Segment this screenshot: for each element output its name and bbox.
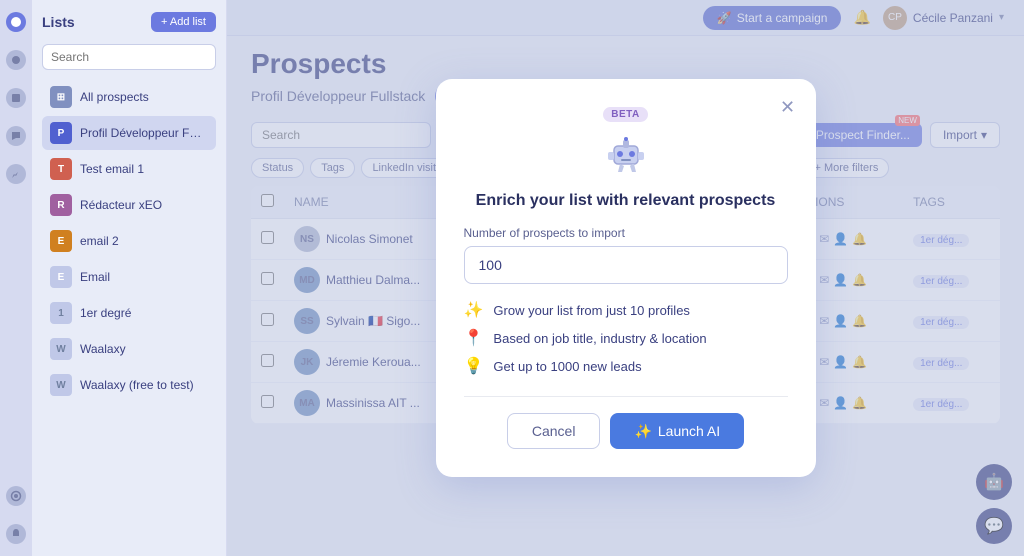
sidebar-header: Lists + Add list bbox=[42, 12, 216, 32]
sidebar-item-waalaxy[interactable]: W Waalaxy bbox=[42, 332, 216, 366]
all-prospects-icon: ⊞ bbox=[50, 86, 72, 108]
sidebar: Lists + Add list ⊞ All prospects P Profi… bbox=[32, 0, 227, 556]
nav-campaigns-icon[interactable] bbox=[6, 88, 26, 108]
sidebar-item-all-prospects[interactable]: ⊞ All prospects bbox=[42, 80, 216, 114]
icon-nav bbox=[0, 0, 32, 556]
modal-input-label: Number of prospects to import bbox=[464, 226, 788, 240]
main-content: 🚀 Start a campaign 🔔 CP Cécile Panzani ▾… bbox=[227, 0, 1024, 556]
redacteur-icon: R bbox=[50, 194, 72, 216]
location-icon: 📍 bbox=[464, 328, 484, 348]
rocket-icon: ✨ bbox=[634, 423, 651, 440]
sidebar-item-profil-dev[interactable]: P Profil Développeur Ful... bbox=[42, 116, 216, 150]
robot-icon bbox=[602, 130, 650, 178]
waalaxy-free-icon: W bbox=[50, 374, 72, 396]
test-email-icon: T bbox=[50, 158, 72, 180]
sidebar-item-1er-degre[interactable]: 1 1er degré bbox=[42, 296, 216, 330]
modal-close-button[interactable]: ✕ bbox=[774, 93, 802, 121]
launch-ai-button[interactable]: ✨ Launch AI bbox=[610, 413, 744, 449]
modal-robot-area bbox=[464, 130, 788, 178]
nav-messages-icon[interactable] bbox=[6, 126, 26, 146]
profil-dev-icon: P bbox=[50, 122, 72, 144]
sidebar-search-input[interactable] bbox=[42, 44, 216, 70]
sparkle-icon: ✨ bbox=[464, 300, 484, 320]
1er-degre-icon: 1 bbox=[50, 302, 72, 324]
add-list-button[interactable]: + Add list bbox=[151, 12, 216, 32]
modal-actions: Cancel ✨ Launch AI bbox=[464, 413, 788, 449]
feature-item-2: 📍 Based on job title, industry & locatio… bbox=[464, 328, 788, 348]
sidebar-title: Lists bbox=[42, 14, 75, 30]
sidebar-item-email2[interactable]: E email 2 bbox=[42, 224, 216, 258]
waalaxy-icon: W bbox=[50, 338, 72, 360]
ai-prospect-modal: ✕ BETA bbox=[436, 79, 816, 477]
modal-divider bbox=[464, 396, 788, 397]
modal-features-list: ✨ Grow your list from just 10 profiles 📍… bbox=[464, 300, 788, 376]
email2-icon: E bbox=[50, 230, 72, 252]
nav-home-icon[interactable] bbox=[6, 12, 26, 32]
sidebar-item-test-email[interactable]: T Test email 1 bbox=[42, 152, 216, 186]
nav-settings-icon[interactable] bbox=[6, 486, 26, 506]
sidebar-item-redacteur[interactable]: R Rédacteur xEO bbox=[42, 188, 216, 222]
feature-item-3: 💡 Get up to 1000 new leads bbox=[464, 356, 788, 376]
beta-badge: BETA bbox=[603, 107, 647, 122]
feature-item-1: ✨ Grow your list from just 10 profiles bbox=[464, 300, 788, 320]
prospects-count-input[interactable] bbox=[464, 246, 788, 284]
modal-title: Enrich your list with relevant prospects bbox=[464, 192, 788, 210]
modal-overlay: ✕ BETA bbox=[227, 0, 1024, 556]
lightbulb-icon: 💡 bbox=[464, 356, 484, 376]
sidebar-item-waalaxy-free[interactable]: W Waalaxy (free to test) bbox=[42, 368, 216, 402]
modal-beta-area: BETA bbox=[464, 107, 788, 122]
nav-prospects-icon[interactable] bbox=[6, 50, 26, 70]
nav-analytics-icon[interactable] bbox=[6, 164, 26, 184]
cancel-button[interactable]: Cancel bbox=[507, 413, 601, 449]
email-icon: E bbox=[50, 266, 72, 288]
nav-notifications-icon[interactable] bbox=[6, 524, 26, 544]
sidebar-item-email[interactable]: E Email bbox=[42, 260, 216, 294]
